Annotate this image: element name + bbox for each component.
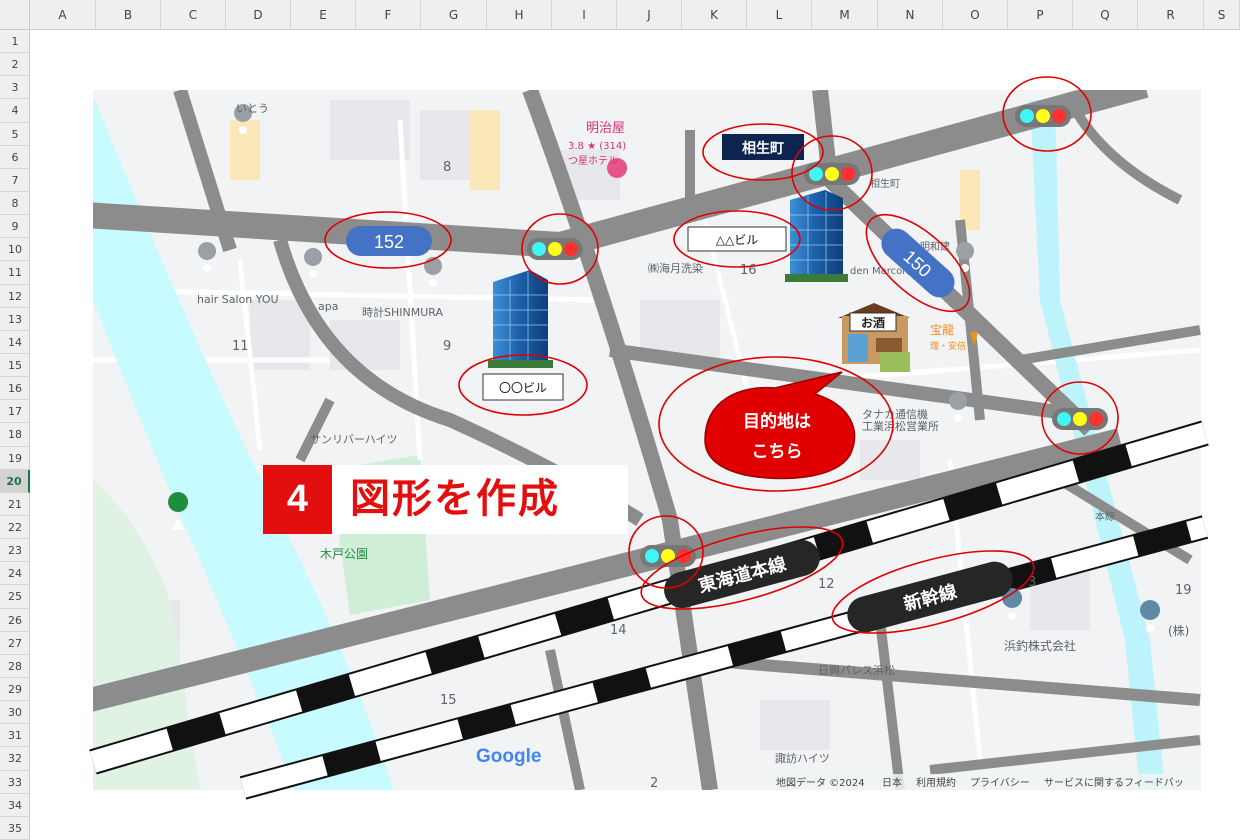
building-icon[interactable] bbox=[785, 190, 848, 282]
footer-japan: 日本 bbox=[882, 776, 902, 789]
footer-terms[interactable]: 利用規約 bbox=[916, 776, 956, 789]
traffic-light-icon bbox=[1052, 408, 1108, 430]
route-152-label: 152 bbox=[374, 232, 404, 252]
footer-privacy[interactable]: プライバシー bbox=[970, 777, 1030, 789]
place-label-hoki: 浜釣株式会社 bbox=[1004, 638, 1076, 653]
place-label-suwa: 諏訪ハイツ bbox=[775, 751, 830, 765]
block-number-14: 14 bbox=[610, 623, 627, 638]
place-label-meijiya-rating: 3.8 ★ (314) bbox=[568, 141, 626, 152]
place-label-honsen: 本線 bbox=[1095, 510, 1115, 523]
block-number-8: 8 bbox=[443, 160, 451, 175]
block-number-3: 3 bbox=[1028, 575, 1036, 590]
step-title-text: 図形を作成 bbox=[350, 476, 560, 522]
footer-feedback[interactable]: サービスに関するフィードバッ bbox=[1044, 777, 1184, 789]
place-label-tanaka1: タナカ通信機 bbox=[862, 407, 928, 421]
building-icon[interactable] bbox=[488, 270, 553, 368]
sake-sign-text: お酒 bbox=[861, 316, 885, 330]
place-label-nikko: 日興パレス浜松 bbox=[818, 663, 895, 677]
destination-line2: こちら bbox=[752, 442, 803, 462]
aioi-cho-text: 相生町 bbox=[742, 140, 784, 157]
block-number-11: 11 bbox=[232, 339, 249, 354]
block-number-2: 2 bbox=[650, 776, 658, 791]
footer-attribution: 地図データ ©2024 bbox=[776, 776, 865, 789]
place-label-sunriver: サンリバーハイツ bbox=[310, 433, 398, 446]
route-152-badge[interactable]: 152 bbox=[346, 226, 432, 256]
sankaku-building-label[interactable]: △△ビル bbox=[687, 226, 787, 252]
destination-line1: 目的地は bbox=[743, 411, 811, 432]
place-label-tanaka2: 工業浜松営業所 bbox=[862, 419, 939, 433]
aioi-cho-label[interactable]: 相生町 bbox=[722, 134, 804, 160]
block-number-9: 9 bbox=[443, 339, 451, 354]
place-label-hair-salon: hair Salon YOU bbox=[197, 293, 279, 306]
maru-building-label[interactable]: 〇〇ビル bbox=[482, 373, 564, 401]
place-label-itou: いとう bbox=[236, 102, 269, 115]
sankaku-building-text: △△ビル bbox=[716, 233, 758, 247]
place-label-tokei: 時計SHINMURA bbox=[362, 305, 443, 319]
place-label-kaigetsu: ㈱海月洗染 bbox=[648, 261, 703, 275]
place-label-meijiya: 明治屋 bbox=[586, 121, 625, 136]
place-label-meijiya-type: つ星ホテル bbox=[568, 155, 618, 167]
place-label-aioicho-small: 相生町 bbox=[870, 177, 900, 190]
place-label-apa: apa bbox=[318, 300, 338, 313]
block-number-19: 19 bbox=[1175, 583, 1192, 598]
traffic-light-icon bbox=[1015, 105, 1071, 127]
block-number-15: 15 bbox=[440, 693, 457, 708]
maru-building-text: 〇〇ビル bbox=[499, 381, 547, 395]
place-label-takara-sub: 理・安倍 bbox=[930, 340, 966, 352]
google-logo: Google bbox=[476, 746, 541, 767]
place-label-kabu: (株) bbox=[1168, 623, 1189, 638]
block-number-12: 12 bbox=[818, 577, 835, 592]
traffic-light-icon bbox=[804, 163, 860, 185]
map-canvas: いとう hair Salon YOU apa 時計SHINMURA サンリバーハ… bbox=[89, 76, 1209, 800]
place-label-takara: 宝龍 bbox=[930, 322, 954, 337]
place-label-kido-park: 木戸公園 bbox=[320, 547, 368, 561]
traffic-light-icon bbox=[527, 238, 583, 260]
step-number-badge: 4 bbox=[263, 465, 332, 534]
